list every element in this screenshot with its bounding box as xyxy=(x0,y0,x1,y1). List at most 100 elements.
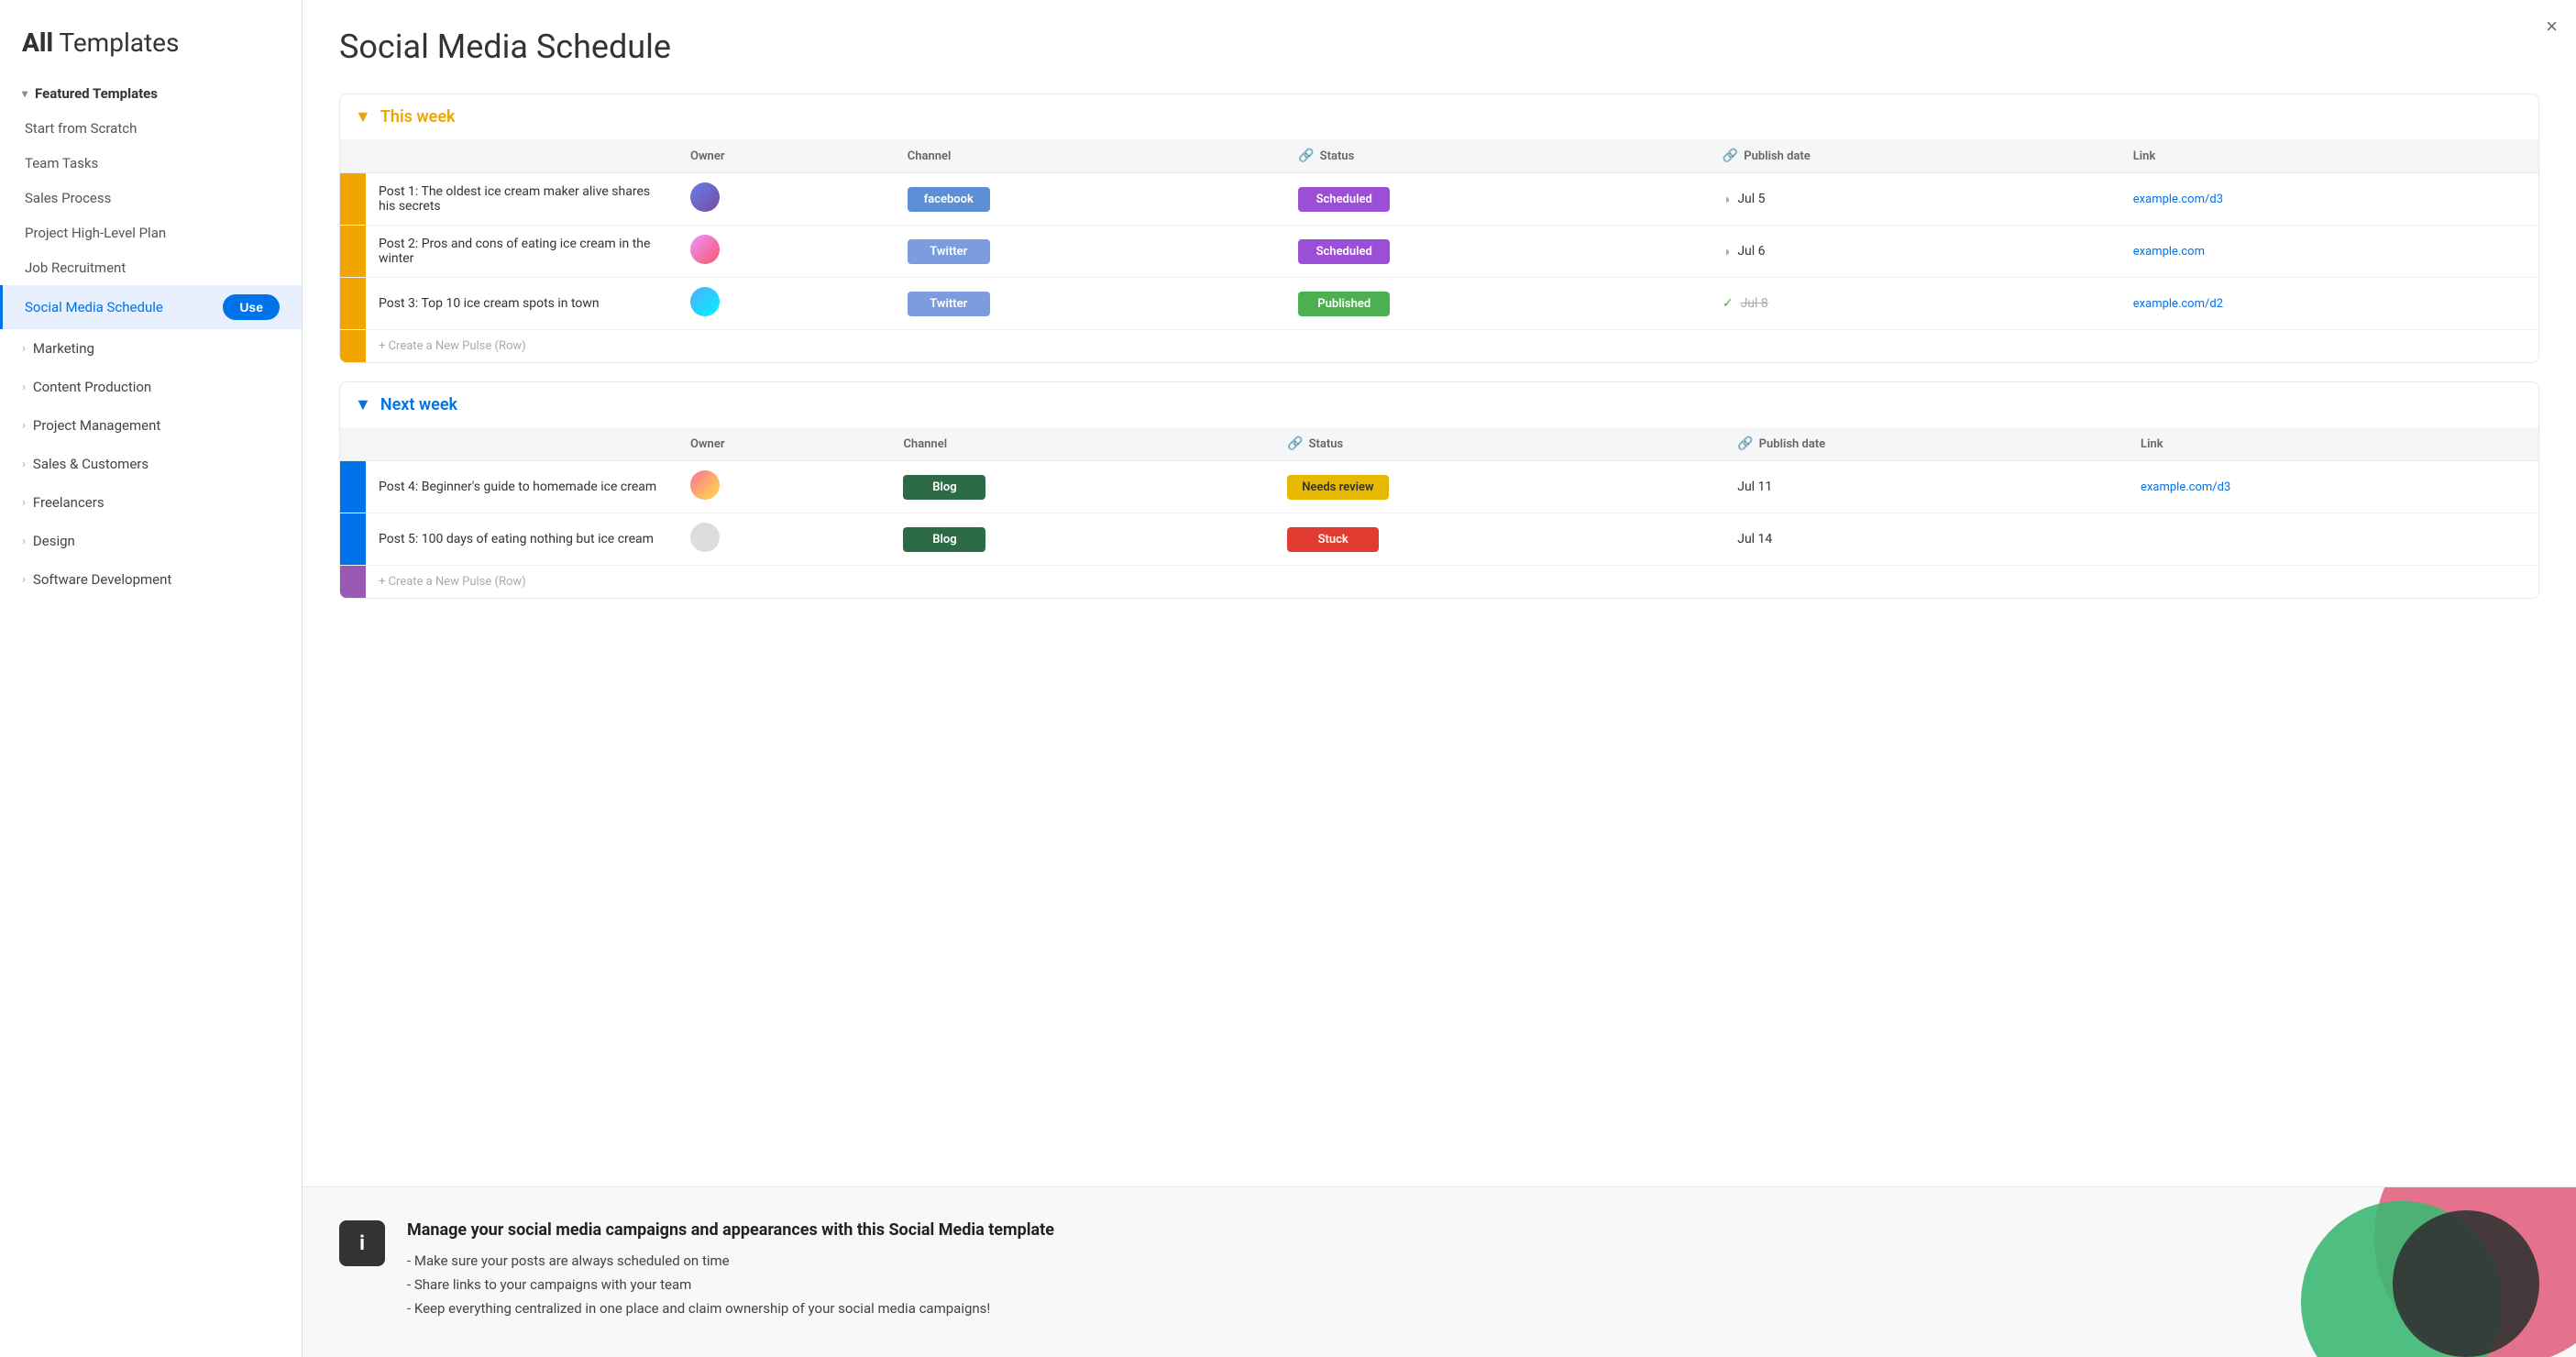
channel-col-header: Channel xyxy=(895,139,1285,173)
publish-date-header-label: Publish date xyxy=(1744,149,1811,163)
create-row[interactable]: + Create a New Pulse (Row) xyxy=(340,566,2538,599)
project-mgmt-chevron-icon: › xyxy=(22,419,26,433)
description-bullets: Make sure your posts are always schedule… xyxy=(407,1252,1054,1317)
post-title: Post 2: Pros and cons of eating ice crea… xyxy=(366,226,677,278)
featured-label: Featured Templates xyxy=(35,85,158,102)
this-week-table: Owner Channel 🔗 Status 🔗 Publish date xyxy=(340,139,2538,362)
owner-cell xyxy=(677,173,895,226)
channel-cell: Twitter xyxy=(895,278,1285,330)
status-col-header: 🔗 Status xyxy=(1274,427,1724,461)
avatar xyxy=(690,523,720,552)
link-cell: example.com xyxy=(2120,226,2538,278)
freelancers-label: Freelancers xyxy=(33,494,105,511)
software-label: Software Development xyxy=(33,571,171,588)
avatar xyxy=(690,470,720,500)
link-col-header: Link xyxy=(2120,139,2538,173)
status-badge: Published xyxy=(1298,292,1390,316)
main-content: Social Media Schedule ▼ This week Owner … xyxy=(303,0,2576,1186)
link-cell: example.com/d3 xyxy=(2120,173,2538,226)
next-week-label: Next week xyxy=(380,395,457,414)
table-row: Post 2: Pros and cons of eating ice crea… xyxy=(340,226,2538,278)
title-rest: Templates xyxy=(53,28,179,58)
avatar xyxy=(690,182,720,212)
post-title: Post 4: Beginner's guide to homemade ice… xyxy=(366,461,677,513)
create-row[interactable]: + Create a New Pulse (Row) xyxy=(340,330,2538,363)
bullet-1: Make sure your posts are always schedule… xyxy=(407,1252,1054,1269)
close-button[interactable]: × xyxy=(2546,15,2558,39)
row-color-bar xyxy=(340,513,366,566)
sidebar: All Templates ▾ Featured Templates Start… xyxy=(0,0,303,1357)
channel-badge: facebook xyxy=(908,187,990,212)
status-badge: Scheduled xyxy=(1298,187,1390,212)
group-header-this-week[interactable]: ▼ This week xyxy=(340,94,2538,139)
sales-chevron-icon: › xyxy=(22,458,26,471)
design-chevron-icon: › xyxy=(22,535,26,548)
date-cell: ✓Jul 8 xyxy=(1710,278,2120,330)
channel-cell: Twitter xyxy=(895,226,1285,278)
sidebar-item-job-recruitment[interactable]: Job Recruitment xyxy=(0,250,302,285)
circle-dark xyxy=(2393,1210,2539,1357)
bullet-2: Share links to your campaigns with your … xyxy=(407,1276,1054,1293)
featured-templates-section[interactable]: ▾ Featured Templates xyxy=(0,76,302,111)
sidebar-item-marketing[interactable]: › Marketing xyxy=(0,329,302,368)
status-link-icon: 🔗 xyxy=(1287,436,1303,451)
link-cell: example.com/d3 xyxy=(2128,461,2538,513)
main-panel: × Social Media Schedule ▼ This week Owne… xyxy=(303,0,2576,1357)
decorative-circles xyxy=(2273,1186,2576,1357)
date-link-icon: 🔗 xyxy=(1737,436,1753,451)
link-value: example.com/d3 xyxy=(2141,480,2230,494)
date-link-icon: 🔗 xyxy=(1723,149,1738,163)
project-mgmt-label: Project Management xyxy=(33,417,160,434)
sidebar-item-freelancers[interactable]: › Freelancers xyxy=(0,483,302,522)
next-week-table: Owner Channel 🔗 Status 🔗 Publish date xyxy=(340,427,2538,598)
date-value: Jul 11 xyxy=(1737,480,1772,494)
status-cell: Needs review xyxy=(1274,461,1724,513)
table-row: Post 4: Beginner's guide to homemade ice… xyxy=(340,461,2538,513)
link-cell: example.com/d2 xyxy=(2120,278,2538,330)
owner-cell xyxy=(677,461,890,513)
sidebar-item-software-dev[interactable]: › Software Development xyxy=(0,560,302,599)
use-button[interactable]: Use xyxy=(223,294,280,320)
table-row: Post 3: Top 10 ice cream spots in town T… xyxy=(340,278,2538,330)
date-cell: Jul 11 xyxy=(1724,461,2128,513)
sidebar-item-project-plan[interactable]: Project High-Level Plan xyxy=(0,215,302,250)
table-row: Post 1: The oldest ice cream maker alive… xyxy=(340,173,2538,226)
channel-badge: Twitter xyxy=(908,292,990,316)
group-header-next-week[interactable]: ▼ Next week xyxy=(340,382,2538,427)
content-label: Content Production xyxy=(33,379,151,395)
table-header-row: Owner Channel 🔗 Status 🔗 Publish date xyxy=(340,139,2538,173)
date-cell: ◑Jul 5 xyxy=(1710,173,2120,226)
channel-cell: Blog xyxy=(890,513,1274,566)
design-label: Design xyxy=(33,533,75,549)
sidebar-item-sales-process[interactable]: Sales Process xyxy=(0,181,302,215)
content-chevron-icon: › xyxy=(22,381,26,394)
date-value: Jul 6 xyxy=(1737,244,1765,259)
color-col-header xyxy=(340,139,366,173)
table-header-row: Owner Channel 🔗 Status 🔗 Publish date xyxy=(340,427,2538,461)
row-color-bar xyxy=(340,566,366,599)
sidebar-item-project-management[interactable]: › Project Management xyxy=(0,406,302,445)
sidebar-item-start-scratch[interactable]: Start from Scratch xyxy=(0,111,302,146)
status-header-label: Status xyxy=(1320,149,1355,163)
title-bold: All xyxy=(22,28,53,58)
status-cell: Scheduled xyxy=(1285,226,1710,278)
row-color-bar xyxy=(340,461,366,513)
sidebar-item-design[interactable]: › Design xyxy=(0,522,302,560)
status-cell: Scheduled xyxy=(1285,173,1710,226)
sidebar-item-sales-customers[interactable]: › Sales & Customers xyxy=(0,445,302,483)
channel-badge: Twitter xyxy=(908,239,990,264)
post-title: Post 1: The oldest ice cream maker alive… xyxy=(366,173,677,226)
channel-col-header: Channel xyxy=(890,427,1274,461)
info-icon: i xyxy=(339,1220,385,1266)
sidebar-item-team-tasks[interactable]: Team Tasks xyxy=(0,146,302,181)
sidebar-item-social-media[interactable]: Social Media Schedule Use xyxy=(0,285,302,329)
link-value: example.com/d2 xyxy=(2133,297,2223,311)
check-icon: ✓ xyxy=(1723,296,1734,311)
post-col-header xyxy=(366,139,677,173)
sidebar-item-content-production[interactable]: › Content Production xyxy=(0,368,302,406)
table-row: Post 5: 100 days of eating nothing but i… xyxy=(340,513,2538,566)
channel-badge: Blog xyxy=(903,527,985,552)
status-badge: Scheduled xyxy=(1298,239,1390,264)
description-area: i Manage your social media campaigns and… xyxy=(303,1186,2576,1357)
status-cell: Published xyxy=(1285,278,1710,330)
